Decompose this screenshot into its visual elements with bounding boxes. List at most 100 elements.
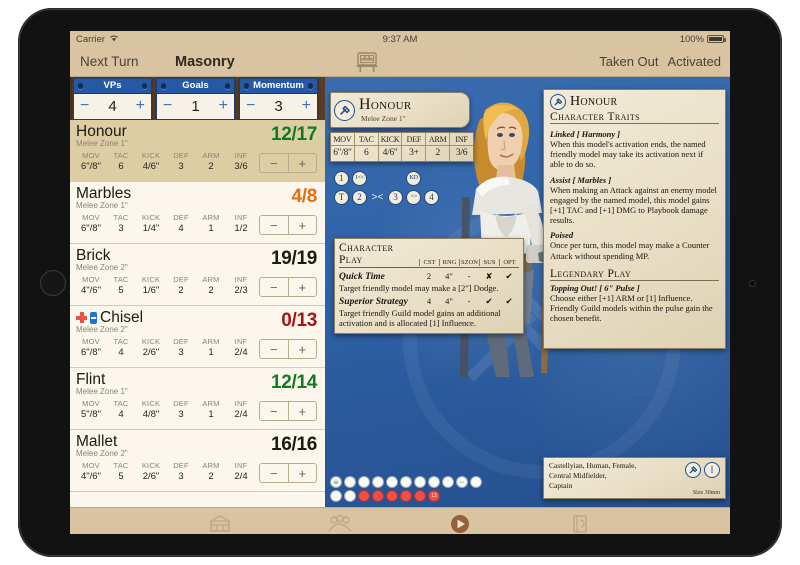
player-health-stepper[interactable]: − + [259,215,317,235]
health-dot[interactable] [372,490,384,502]
player-stat-arm: ARM 2 [196,461,226,482]
health-track[interactable]: ☠ ↔ 13 [330,476,505,502]
health-dot-current[interactable]: 13 [428,490,440,502]
mason-hammer-icon [685,462,701,478]
trait-name: Poised [550,230,574,241]
health-dot[interactable] [386,476,398,488]
player-health-stepper[interactable]: − + [259,153,317,173]
stat-label: TAC [113,213,129,222]
player-health-stepper[interactable]: − + [259,339,317,359]
play-sus: ✘ [485,270,493,281]
player-stat-tac: TAC 3 [106,213,136,234]
player-row-mallet[interactable]: Mallet Melee Zone 2" 16/16 MOV 4"/6" TAC 5 KICK… [70,430,325,492]
health-dot[interactable] [372,476,384,488]
player-health-value: 4/8 [291,186,317,207]
health-increment-button[interactable]: + [289,154,317,172]
health-dot[interactable] [344,476,356,488]
play-zon: - [467,295,471,306]
stat-label: ARM [202,337,220,346]
health-dot[interactable] [358,490,370,502]
health-increment-button[interactable]: + [289,340,317,358]
health-track-row-1[interactable]: ☠ ↔ [330,476,505,488]
character-play-header: Character Play CST RNG SZON SUS OPT [339,242,519,268]
health-decrement-button[interactable]: − [260,216,289,234]
player-stat-kick: KICK 1/4" [136,213,166,234]
health-dot[interactable] [400,490,412,502]
health-decrement-button[interactable]: − [260,154,289,172]
playbook-result-push: 1<< [352,171,367,186]
health-increment-button[interactable]: + [289,278,317,296]
health-dot[interactable] [414,476,426,488]
stat-value: 1/4" [142,223,160,234]
health-decrement-button[interactable]: − [260,340,289,358]
counter-momentum[interactable]: Momentum − 3 + [239,77,318,120]
trait-name-row: Linked [ Harmony ] [550,129,719,139]
counter-goals-plus[interactable]: + [219,98,228,114]
player-stat-inf: INF 2/3 [226,275,256,296]
player-health-value: 0/13 [281,310,317,331]
health-dot[interactable] [400,476,412,488]
player-row-brick[interactable]: Brick Melee Zone 2" 19/19 MOV 4"/6" TAC 5 KICK 1… [70,244,325,306]
taken-out-button[interactable]: Taken Out [599,54,658,69]
tab-play[interactable]: Play [428,512,492,534]
player-health-value: 19/19 [270,248,317,269]
counter-goals-minus[interactable]: − [163,98,172,114]
counter-goals[interactable]: Goals − 1 + [156,77,235,120]
stat-card-name-block: Honour Melee Zone 1" [359,97,411,123]
health-dot[interactable] [386,490,398,502]
health-dot-skull-icon[interactable]: ☠ [330,476,342,488]
health-dot[interactable] [442,476,454,488]
tab-teams[interactable]: Teams [308,512,372,534]
column-cst: CST [419,258,439,266]
counter-momentum-minus[interactable]: − [246,98,255,114]
player-row-flint[interactable]: Flint Melee Zone 1" 12/14 MOV 5"/8" TAC 4 KICK 4… [70,368,325,430]
playbook-spacer [424,171,439,186]
home-button[interactable] [40,269,66,296]
player-stat-arm: ARM 1 [196,213,226,234]
column-sus: SUS [479,258,499,266]
activated-button[interactable]: Activated [668,54,721,69]
player-row-honour[interactable]: Honour Melee Zone 1" 12/17 MOV 6"/8" TAC 6 KICK… [70,120,325,182]
tab-reference[interactable]: Reference [548,512,612,534]
health-decrement-button[interactable]: − [260,464,289,482]
health-decrement-button[interactable]: − [260,278,289,296]
stat-label: INF [234,151,248,160]
counters-row: VPs − 4 + Goals − 1 + Momentum − 3 + [70,77,325,120]
stat-value: 2/4 [234,471,248,482]
player-health-value: 12/14 [270,372,317,393]
player-stat-inf: INF 2/4 [226,399,256,420]
health-dot[interactable] [330,490,342,502]
health-track-row-2[interactable]: 13 [330,490,505,502]
stat-label: ARM [202,275,220,284]
stat-value: 1 [208,347,214,358]
health-dot[interactable] [470,476,482,488]
tab-library[interactable]: Library [188,512,252,534]
health-dot[interactable] [344,490,356,502]
player-list[interactable]: Honour Melee Zone 1" 12/17 MOV 6"/8" TAC 6 KICK… [70,120,325,507]
player-health-stepper[interactable]: − + [259,401,317,421]
counter-momentum-plus[interactable]: + [302,98,311,114]
health-dot[interactable] [358,476,370,488]
player-row-chisel[interactable]: Chisel Melee Zone 2" 0/13 MOV 6"/8" TAC 4 KICK 2… [70,306,325,368]
counter-vps-minus[interactable]: − [80,98,89,114]
playbook-result-4: 4 [424,190,439,205]
player-row-marbles[interactable]: Marbles Melee Zone 1" 4/8 MOV 6"/8" TAC 3 KICK 1… [70,182,325,244]
health-dot[interactable] [414,490,426,502]
counter-vps[interactable]: VPs − 4 + [73,77,152,120]
playbook-spacer [388,171,403,186]
model-info-line-2: Central Midfielder, [549,471,607,481]
stat-label: ARM [202,461,220,470]
player-health-stepper[interactable]: − + [259,463,317,483]
health-increment-button[interactable]: + [289,464,317,482]
stat-card-model-name: Honour [359,96,412,114]
health-dot-arrows-icon[interactable]: ↔ [456,476,468,488]
next-turn-button[interactable]: Next Turn [80,54,139,69]
abacus-icon[interactable] [355,51,379,78]
health-decrement-button[interactable]: − [260,402,289,420]
health-increment-button[interactable]: + [289,402,317,420]
player-health-stepper[interactable]: − + [259,277,317,297]
health-dot[interactable] [428,476,440,488]
stat-label: ARM [202,399,220,408]
counter-vps-plus[interactable]: + [136,98,145,114]
health-increment-button[interactable]: + [289,216,317,234]
